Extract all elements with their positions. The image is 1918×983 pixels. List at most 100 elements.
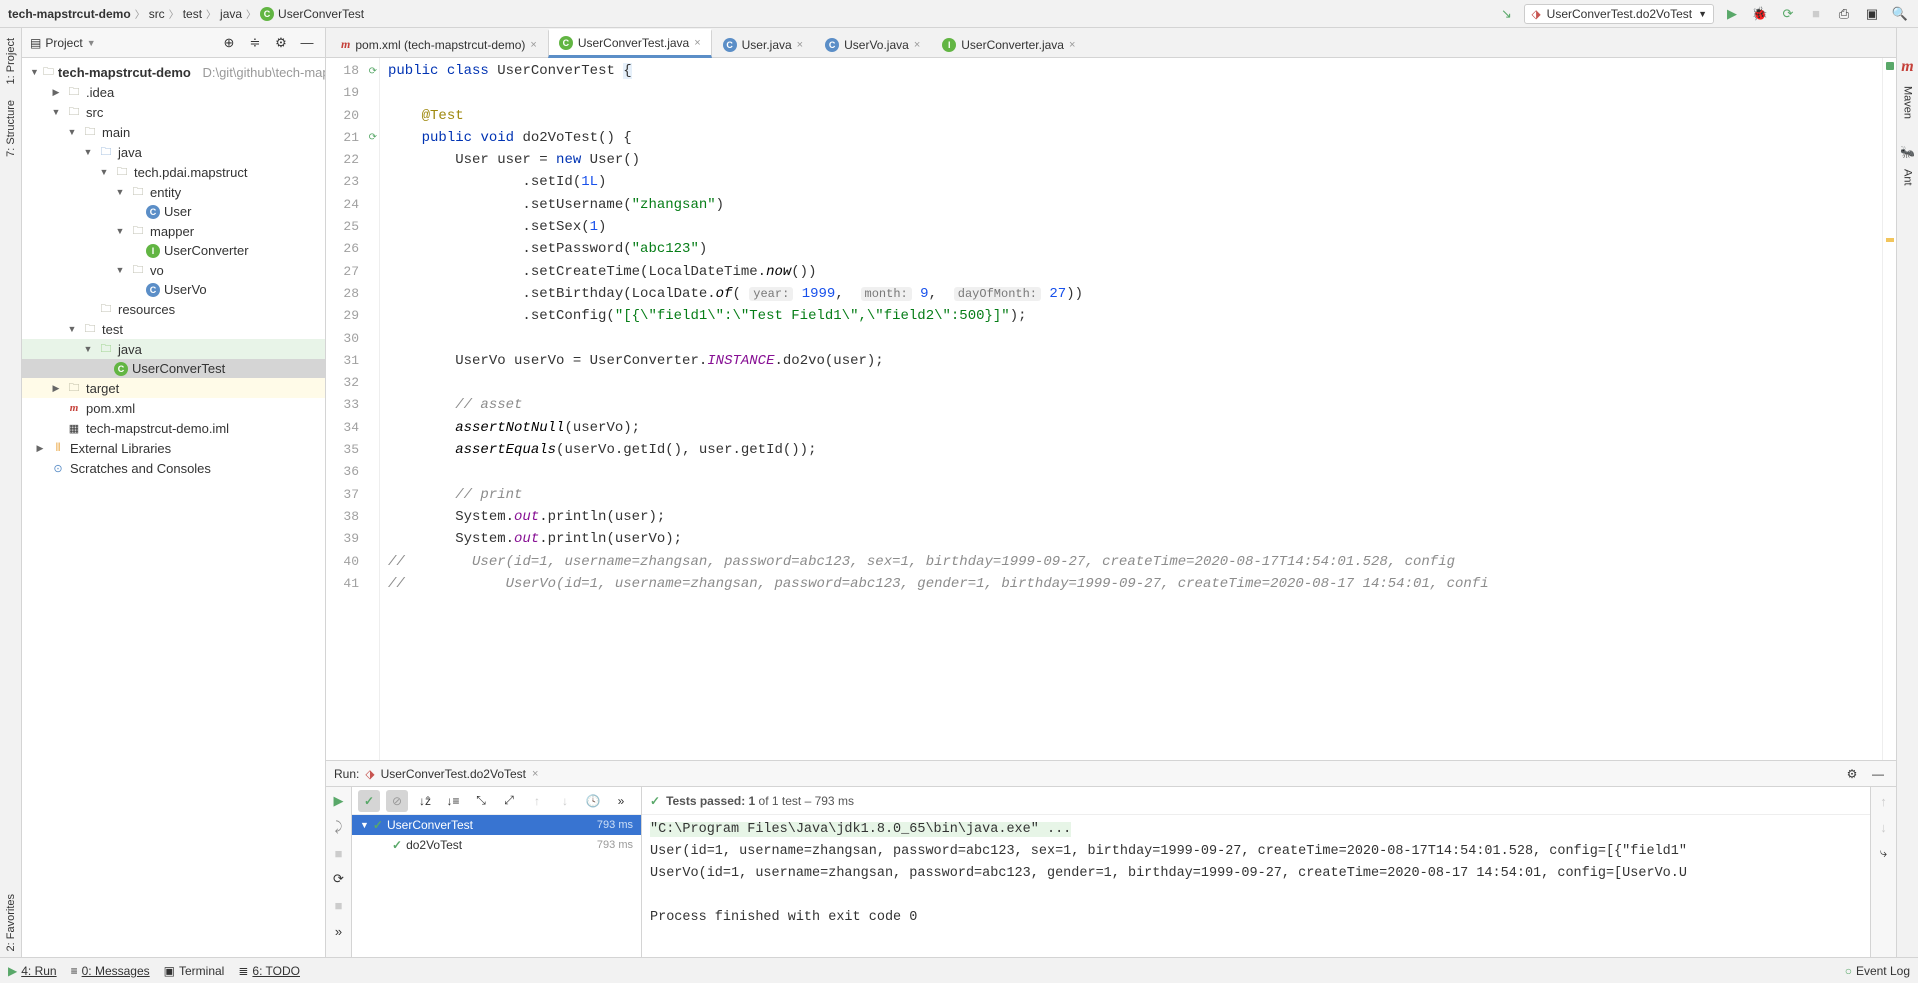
tree-ext-lib[interactable]: ▶⫴External Libraries	[22, 438, 325, 458]
code-editor[interactable]: 18⟳ 19 20 21⟳ 22 23 24 25 26 27 28 29 30…	[326, 58, 1896, 760]
tree-root[interactable]: ▼🗀tech-mapstrcut-demo D:\git\github\tech…	[22, 62, 325, 82]
warning-marker[interactable]	[1886, 238, 1894, 242]
collapse-icon[interactable]: ⤢	[498, 790, 520, 812]
status-run[interactable]: ▶4: Run	[8, 964, 57, 978]
search-icon[interactable]: 🔍	[1890, 4, 1910, 24]
soft-wrap-icon[interactable]: ⤷	[1874, 843, 1894, 863]
tree-userconverter[interactable]: IUserConverter	[22, 241, 325, 260]
run-header: Run: ⬗ UserConverTest.do2VoTest × ⚙ —	[326, 761, 1896, 787]
tree-uservo[interactable]: CUserVo	[22, 280, 325, 299]
editor-gutter[interactable]: 18⟳ 19 20 21⟳ 22 23 24 25 26 27 28 29 30…	[326, 58, 380, 760]
hide-icon[interactable]: —	[1868, 764, 1888, 784]
tab-userconverter[interactable]: IUserConverter.java×	[931, 32, 1086, 57]
pin-icon[interactable]: ■	[329, 895, 349, 915]
run-test-gutter-icon[interactable]: ⟳	[363, 62, 377, 76]
prev-icon[interactable]: ↑	[526, 790, 548, 812]
tab-userconvertest[interactable]: CUserConverTest.java×	[548, 29, 712, 58]
rerun-icon[interactable]: ▶	[329, 791, 349, 811]
down-icon[interactable]: ↓	[1874, 817, 1894, 837]
close-icon[interactable]: ×	[1069, 39, 1075, 51]
maven-toolwindow-tab[interactable]: Maven	[1900, 80, 1916, 125]
run-label: Run:	[334, 767, 359, 781]
test-tree[interactable]: ▼✓UserConverTest 793 ms ✓do2VoTest 793 m…	[352, 815, 641, 957]
status-messages[interactable]: ≡0: Messages	[71, 964, 150, 978]
run-test-gutter-icon[interactable]: ⟳	[363, 128, 377, 142]
collapse-icon[interactable]: ≑	[245, 33, 265, 53]
tree-mapper[interactable]: ▼🗀mapper	[22, 221, 325, 241]
test-class-row[interactable]: ▼✓UserConverTest 793 ms	[352, 815, 641, 835]
run-left-toolbar: ▶ ⤸ ■ ⟳ ■ »	[326, 787, 352, 957]
more-icon[interactable]: »	[329, 921, 349, 941]
status-event-log[interactable]: ○Event Log	[1845, 964, 1910, 978]
close-icon[interactable]: ×	[530, 39, 536, 51]
stop-icon[interactable]: ■	[329, 843, 349, 863]
tree-src[interactable]: ▼🗀src	[22, 102, 325, 122]
maven-icon: m	[1901, 58, 1913, 76]
tree-java-main[interactable]: ▼🗀java	[22, 142, 325, 162]
test-method-row[interactable]: ✓do2VoTest 793 ms	[352, 835, 641, 855]
close-icon[interactable]: ×	[797, 39, 803, 51]
run-config-dropdown[interactable]: ⬗ UserConverTest.do2VoTest ▼	[1524, 4, 1714, 24]
tree-entity[interactable]: ▼🗀entity	[22, 182, 325, 202]
up-icon[interactable]: ↑	[1874, 791, 1894, 811]
git-icon[interactable]: ⎙	[1834, 4, 1854, 24]
next-icon[interactable]: ↓	[554, 790, 576, 812]
more-icon[interactable]: »	[610, 790, 632, 812]
build-icon[interactable]: ↘	[1496, 4, 1516, 24]
breadcrumb-class[interactable]: CUserConverTest	[260, 7, 364, 21]
panel-icon[interactable]: ▣	[1862, 4, 1882, 24]
locate-icon[interactable]: ⊕	[219, 33, 239, 53]
tab-uservo[interactable]: CUserVo.java×	[814, 32, 931, 57]
tree-iml[interactable]: ▦tech-mapstrcut-demo.iml	[22, 418, 325, 438]
favorites-toolwindow-tab[interactable]: 2: Favorites	[3, 888, 19, 957]
tree-userconvertest[interactable]: CUserConverTest	[22, 359, 325, 378]
hide-icon[interactable]: —	[297, 33, 317, 53]
coverage-icon[interactable]: ⟳	[1778, 4, 1798, 24]
tree-vo[interactable]: ▼🗀vo	[22, 260, 325, 280]
stop-icon[interactable]: ■	[1806, 4, 1826, 24]
status-todo[interactable]: ≣6: TODO	[238, 964, 300, 978]
status-terminal[interactable]: ▣Terminal	[164, 964, 225, 978]
history-icon[interactable]: 🕓	[582, 790, 604, 812]
breadcrumb-java[interactable]: java	[220, 7, 242, 21]
tree-resources[interactable]: 🗀resources	[22, 299, 325, 319]
expand-icon[interactable]: ⤡	[470, 790, 492, 812]
show-passed-toggle[interactable]: ✓	[358, 790, 380, 812]
sort-icon[interactable]: ↓ẑ	[414, 790, 436, 812]
tree-main[interactable]: ▼🗀main	[22, 122, 325, 142]
tree-target[interactable]: ▶🗀target	[22, 378, 325, 398]
tree-scratches[interactable]: ⊙Scratches and Consoles	[22, 458, 325, 478]
breadcrumb-project[interactable]: tech-mapstrcut-demo	[8, 7, 131, 21]
breadcrumb-src[interactable]: src	[149, 7, 165, 21]
tree-test[interactable]: ▼🗀test	[22, 319, 325, 339]
breadcrumb-test[interactable]: test	[183, 7, 202, 21]
code-body[interactable]: public class UserConverTest { @Test publ…	[380, 58, 1882, 760]
close-icon[interactable]: ×	[694, 37, 700, 49]
debug-icon[interactable]: 🐞	[1750, 4, 1770, 24]
run-icon[interactable]: ▶	[1722, 4, 1742, 24]
editor-right-gutter[interactable]	[1882, 58, 1896, 760]
chevron-down-icon: ▼	[1698, 9, 1707, 19]
tab-pom[interactable]: mpom.xml (tech-mapstrcut-demo)×	[330, 31, 548, 57]
refresh-icon[interactable]: ⟳	[329, 869, 349, 889]
toggle-icon[interactable]: ⤸	[329, 817, 349, 837]
sort-duration-icon[interactable]: ↓≡	[442, 790, 464, 812]
tree-user-class[interactable]: CUser	[22, 202, 325, 221]
ant-toolwindow-tab[interactable]: Ant	[1900, 163, 1916, 192]
tree-java-test[interactable]: ▼🗀java	[22, 339, 325, 359]
tree-pom[interactable]: mpom.xml	[22, 398, 325, 418]
tree-idea[interactable]: ▶🗀.idea	[22, 82, 325, 102]
console-output[interactable]: "C:\Program Files\Java\jdk1.8.0_65\bin\j…	[642, 815, 1870, 957]
show-ignored-toggle[interactable]: ⊘	[386, 790, 408, 812]
close-icon[interactable]: ×	[532, 768, 538, 780]
project-tree[interactable]: ▼🗀tech-mapstrcut-demo D:\git\github\tech…	[22, 58, 325, 957]
close-icon[interactable]: ×	[914, 39, 920, 51]
project-toolwindow-tab[interactable]: 1: Project	[3, 32, 19, 90]
run-tab-name[interactable]: UserConverTest.do2VoTest	[381, 767, 526, 781]
tab-user[interactable]: CUser.java×	[712, 32, 814, 57]
settings-icon[interactable]: ⚙	[1842, 764, 1862, 784]
chevron-down-icon[interactable]: ▼	[87, 38, 96, 48]
tree-package[interactable]: ▼🗀tech.pdai.mapstruct	[22, 162, 325, 182]
settings-icon[interactable]: ⚙	[271, 33, 291, 53]
structure-toolwindow-tab[interactable]: 7: Structure	[3, 94, 19, 163]
